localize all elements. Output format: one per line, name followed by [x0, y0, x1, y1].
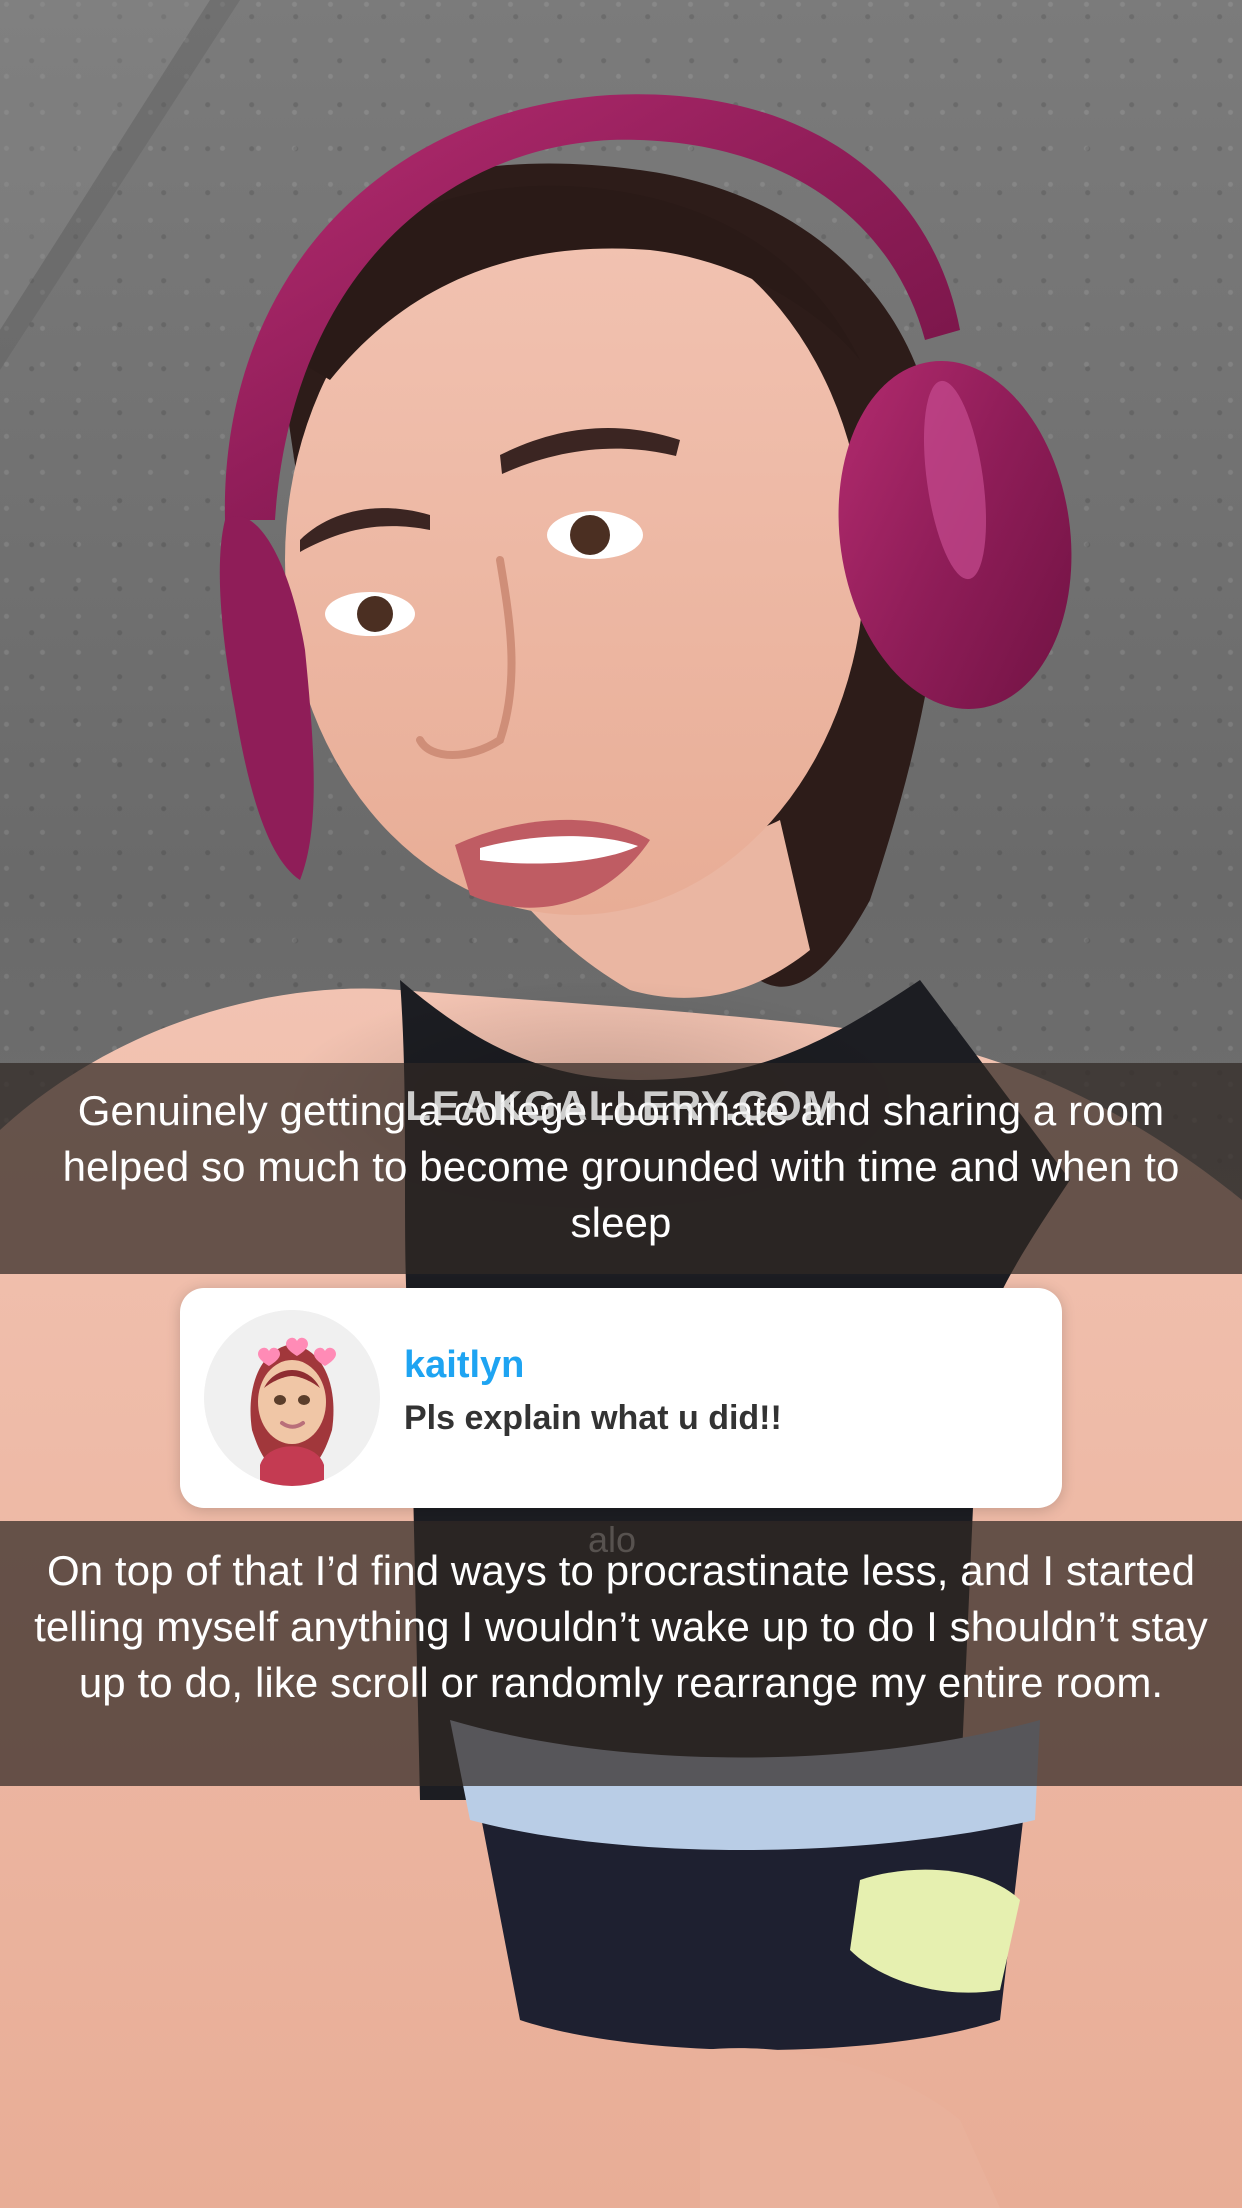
reply-message: Pls explain what u did!!	[404, 1399, 782, 1437]
caption-top-text: Genuinely getting a college roommate and…	[62, 1087, 1180, 1246]
avatar	[204, 1310, 380, 1486]
caption-bottom: On top of that I’d find ways to procrast…	[0, 1521, 1242, 1786]
left-iris	[357, 596, 393, 632]
caption-top: Genuinely getting a college roommate and…	[0, 1063, 1242, 1274]
bitmoji-avatar-illustration	[204, 1310, 380, 1486]
story-reply-card: kaitlyn Pls explain what u did!!	[180, 1288, 1062, 1508]
caption-bottom-text: On top of that I’d find ways to procrast…	[34, 1547, 1208, 1706]
right-iris	[570, 515, 610, 555]
reply-username: kaitlyn	[404, 1344, 525, 1386]
